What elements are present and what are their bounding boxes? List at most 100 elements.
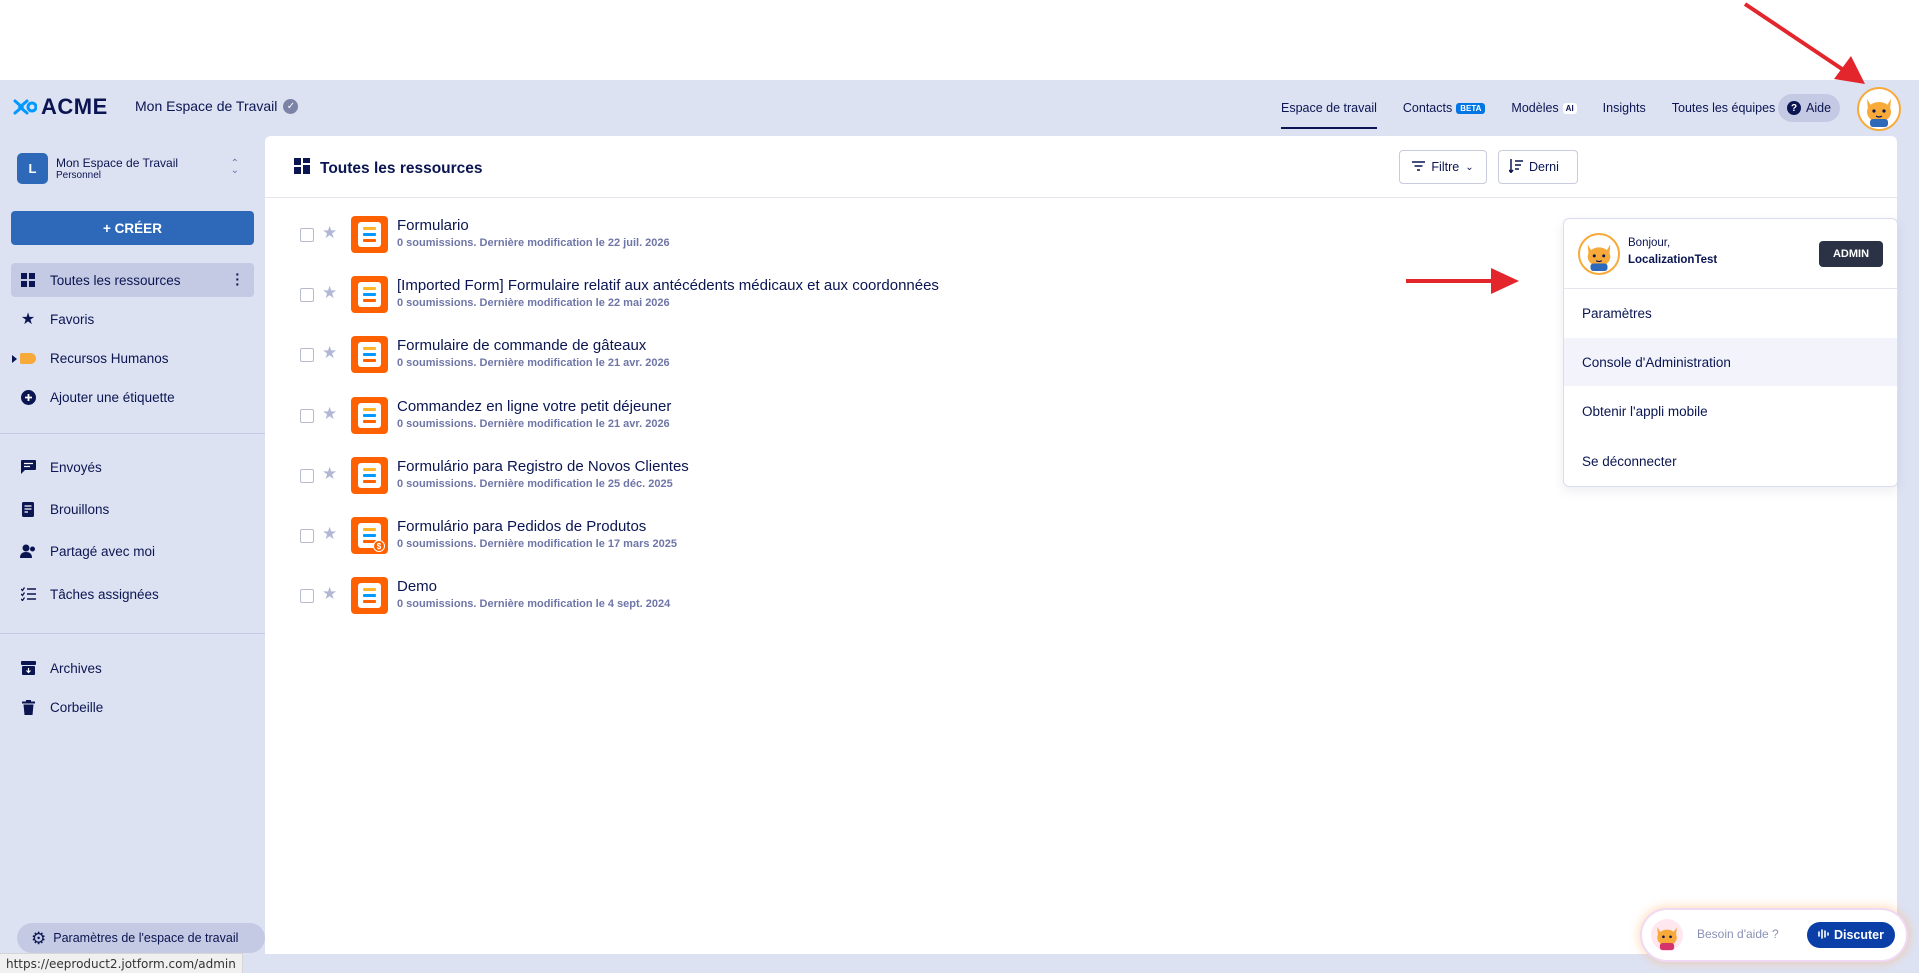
help-label: Aide	[1806, 101, 1832, 115]
row-checkbox[interactable]	[300, 348, 314, 363]
menu-item-admin-console[interactable]: Console d'Administration	[1564, 338, 1897, 386]
create-button[interactable]: + CRÉER	[11, 211, 254, 245]
sidebar-item-label: Recursos Humanos	[50, 350, 169, 366]
favorite-star-icon[interactable]: ★	[322, 464, 337, 484]
chat-button[interactable]: Discuter	[1807, 922, 1895, 948]
sort-icon	[1508, 158, 1523, 176]
workspace-avatar: L	[17, 152, 48, 184]
row-checkbox[interactable]	[300, 288, 314, 303]
favorite-star-icon[interactable]: ★	[322, 524, 337, 544]
form-subtitle: 0 soumissions. Dernière modification le …	[397, 297, 670, 310]
nav-workspace[interactable]: Espace de travail	[1268, 98, 1390, 129]
account-header: Bonjour, LocalizationTest ADMIN	[1564, 219, 1897, 289]
sort-label: Derni	[1529, 160, 1559, 174]
favorite-star-icon[interactable]: ★	[322, 223, 337, 243]
page-title-text: Toutes les ressources	[320, 159, 483, 177]
page-title: Toutes les ressources	[294, 158, 483, 179]
row-checkbox[interactable]	[300, 408, 314, 423]
form-icon	[351, 396, 388, 434]
cat-avatar-icon	[1587, 244, 1611, 271]
sidebar-item-label: Envoyés	[50, 459, 102, 475]
sidebar-item-trash[interactable]: Corbeille	[11, 690, 254, 724]
tag-icon	[20, 350, 36, 366]
form-title[interactable]: [Imported Form] Formulaire relatif aux a…	[397, 277, 939, 294]
form-title[interactable]: Formulaire de commande de gâteaux	[397, 337, 646, 354]
top-nav: Espace de travail Contacts BETA Modèles …	[1268, 98, 1789, 129]
row-checkbox[interactable]	[300, 468, 314, 483]
chevron-up-down-icon: ⌃ ⌄	[230, 158, 239, 176]
nav-contacts[interactable]: Contacts BETA	[1390, 98, 1499, 118]
chat-widget: Besoin d'aide ? Discuter	[1642, 910, 1906, 960]
form-title[interactable]: Formulário para Registro de Novos Client…	[397, 458, 689, 475]
form-subtitle: 0 soumissions. Dernière modification le …	[397, 598, 671, 611]
filter-button[interactable]: Filtre ⌄	[1399, 150, 1487, 184]
favorite-star-icon[interactable]: ★	[322, 343, 337, 363]
sidebar-item-label: Tâches assignées	[50, 586, 159, 602]
nav-templates[interactable]: Modèles AI	[1498, 98, 1589, 118]
menu-item-settings[interactable]: Paramètres	[1564, 289, 1897, 337]
user-avatar-button[interactable]	[1857, 87, 1901, 131]
sidebar-item-archive[interactable]: Archives	[11, 651, 254, 685]
archive-icon	[20, 660, 36, 676]
sidebar-item-favorites[interactable]: ★ Favoris	[11, 302, 254, 336]
sidebar-item-drafts[interactable]: Brouillons	[11, 492, 254, 526]
nav-insights[interactable]: Insights	[1590, 98, 1659, 118]
trash-icon	[20, 699, 36, 715]
more-options-icon[interactable]: · · ·	[235, 267, 240, 291]
form-row[interactable]: ★ Demo 0 soumissions. Dernière modificatio…	[265, 567, 1897, 627]
form-icon	[351, 577, 388, 615]
chat-prompt: Besoin d'aide ?	[1697, 927, 1779, 941]
payment-form-icon: $	[351, 517, 388, 554]
menu-item-mobile-app[interactable]: Obtenir l'appli mobile	[1564, 387, 1897, 435]
star-icon: ★	[20, 311, 36, 328]
form-row[interactable]: ★ $ Formulário para Pedidos de Produtos 0 s…	[265, 507, 1897, 567]
row-checkbox[interactable]	[300, 529, 314, 543]
form-title[interactable]: Formulário para Pedidos de Produtos	[397, 518, 646, 535]
form-title[interactable]: Commandez en ligne votre petit déjeuner	[397, 398, 671, 415]
grid-icon	[20, 272, 36, 288]
favorite-star-icon[interactable]: ★	[322, 283, 337, 303]
menu-item-logout[interactable]: Se déconnecter	[1564, 437, 1897, 485]
draft-icon	[20, 501, 36, 517]
main-header: Toutes les ressources Filtre ⌄ Derni	[265, 136, 1897, 198]
row-checkbox[interactable]	[300, 589, 314, 604]
sort-button[interactable]: Derni	[1498, 150, 1578, 184]
chat-button-label: Discuter	[1833, 928, 1885, 942]
workspace-title[interactable]: Mon Espace de Travail ✓	[135, 98, 299, 114]
form-icon	[351, 456, 388, 494]
workspace-settings-button[interactable]: ⚙ Paramètres de l'espace de travail	[17, 923, 265, 953]
sidebar-item-shared-with-me[interactable]: Partagé avec moi	[11, 534, 254, 568]
logo-icon	[13, 99, 37, 115]
greeting: Bonjour,	[1628, 237, 1671, 249]
filter-label: Filtre	[1431, 160, 1460, 174]
nav-all-teams[interactable]: Toutes les équipes	[1659, 98, 1789, 118]
sidebar-item-label: Brouillons	[50, 501, 110, 517]
row-checkbox[interactable]	[300, 228, 314, 242]
workspace-name: Mon Espace de Travail	[56, 155, 179, 170]
chat-avatar-icon	[1651, 919, 1683, 951]
form-title[interactable]: Formulario	[397, 217, 469, 234]
help-button[interactable]: ? Aide	[1778, 94, 1841, 122]
logo[interactable]: ACME	[13, 94, 108, 120]
sidebar-item-assigned-tasks[interactable]: Tâches assignées	[11, 577, 254, 611]
sidebar-item-recursos-humanos[interactable]: Recursos Humanos	[11, 341, 254, 375]
workspace-switcher[interactable]: L Mon Espace de Travail Personnel ⌃ ⌄	[17, 152, 247, 184]
nav-contacts-label: Contacts	[1402, 101, 1453, 115]
caret-right-icon[interactable]	[12, 355, 17, 363]
form-title[interactable]: Demo	[397, 578, 437, 595]
form-icon	[351, 276, 388, 314]
sidebar-item-sent[interactable]: Envoyés	[11, 450, 254, 484]
sidebar-item-all-resources[interactable]: Toutes les ressources · · ·	[11, 263, 254, 297]
top-header: ACME Mon Espace de Travail ✓ Espace de t…	[0, 80, 1919, 136]
nav-all-teams-label: Toutes les équipes	[1671, 101, 1776, 115]
filter-icon	[1412, 160, 1426, 174]
blank-top-area	[0, 0, 1919, 80]
favorite-star-icon[interactable]: ★	[322, 404, 337, 424]
tasks-icon	[20, 586, 36, 602]
admin-badge: ADMIN	[1819, 241, 1883, 267]
sidebar-item-add-label[interactable]: Ajouter une étiquette	[11, 380, 254, 414]
beta-badge: BETA	[1456, 102, 1486, 114]
favorite-star-icon[interactable]: ★	[322, 584, 337, 604]
audio-wave-icon	[1818, 928, 1829, 942]
sidebar-item-label: Favoris	[50, 311, 95, 327]
